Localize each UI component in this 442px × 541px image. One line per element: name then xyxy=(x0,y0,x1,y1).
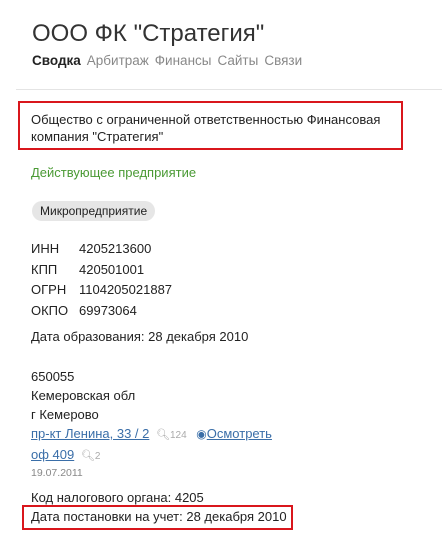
code-value: 420501001 xyxy=(79,261,145,277)
registration-codes: ИНН 4205213600 КПП 420501001 ОГРН 110420… xyxy=(31,239,172,321)
divider xyxy=(16,89,442,90)
code-row-kpp: КПП 420501001 xyxy=(31,260,172,281)
tab-summary[interactable]: Сводка xyxy=(32,53,81,68)
map-pin-icon[interactable]: ◉ xyxy=(196,427,206,441)
founded-date: Дата образования: 28 декабря 2010 xyxy=(31,329,249,344)
office-count-value: 2 xyxy=(94,451,101,462)
code-label: ОКПО xyxy=(31,302,69,318)
address-office-line: оф 409 🔍︎2 xyxy=(31,445,272,466)
address-block: 650055 Кемеровская обл г Кемерово пр-кт … xyxy=(31,367,272,480)
address-date: 19.07.2011 xyxy=(31,467,83,479)
code-value: 69973064 xyxy=(79,302,137,318)
code-label: ОГРН xyxy=(31,282,67,297)
street-link[interactable]: пр-кт Ленина, 33 / 2 xyxy=(31,426,149,441)
tab-finance[interactable]: Финансы xyxy=(155,53,212,68)
tax-authority-code: Код налогового органа: 4205 xyxy=(31,490,204,505)
address-zip: 650055 xyxy=(31,369,75,384)
street-count-value: 124 xyxy=(169,430,187,441)
code-value: 1104205021887 xyxy=(79,282,173,297)
street-search-count[interactable]: 🔍︎124 xyxy=(155,429,187,441)
search-icon: 🔍︎ xyxy=(155,429,170,441)
code-row-okpo: ОКПО 69973064 xyxy=(31,301,172,322)
address-region: Кемеровская обл xyxy=(31,388,136,403)
registration-date: Дата постановки на учет: 28 декабря 2010 xyxy=(31,509,287,524)
tab-connections[interactable]: Связи xyxy=(264,53,302,68)
code-label: ИНН xyxy=(31,241,60,256)
code-row-inn: ИНН 4205213600 xyxy=(31,239,172,260)
page-title: ООО ФК "Стратегия" xyxy=(32,20,265,47)
code-label: КПП xyxy=(31,261,58,277)
tab-sites[interactable]: Сайты xyxy=(217,53,258,68)
address-street-line: пр-кт Ленина, 33 / 2 🔍︎124 ◉Осмотреть xyxy=(31,424,272,445)
company-full-name: Общество с ограниченной ответственностью… xyxy=(31,112,381,144)
tab-arbitration[interactable]: Арбитраж xyxy=(87,53,149,68)
section-tabs: Сводка Арбитраж Финансы Сайты Связи xyxy=(32,53,308,68)
office-link[interactable]: оф 409 xyxy=(31,447,74,462)
view-map-link[interactable]: Осмотреть xyxy=(207,426,272,441)
office-search-count[interactable]: 🔍︎2 xyxy=(80,450,101,462)
address-city: г Кемерово xyxy=(31,407,99,422)
status-text: Действующее предприятие xyxy=(31,165,197,180)
code-row-ogrn: ОГРН 1104205021887 xyxy=(31,280,172,301)
size-badge: Микропредприятие xyxy=(32,201,156,221)
code-value: 4205213600 xyxy=(79,241,152,256)
search-icon: 🔍︎ xyxy=(80,450,95,462)
